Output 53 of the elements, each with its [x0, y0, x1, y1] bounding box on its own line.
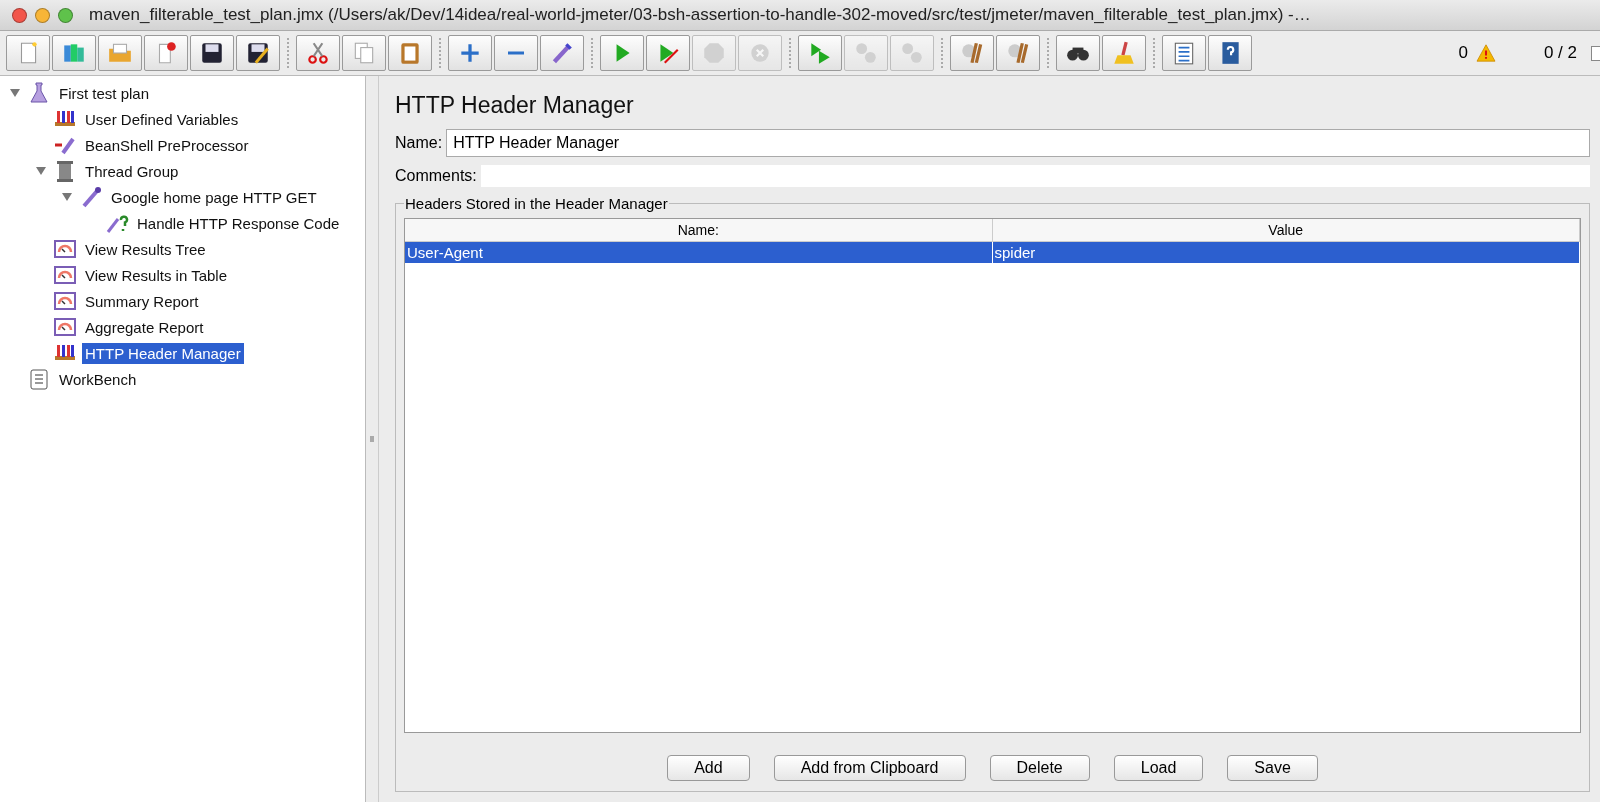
warning-icon[interactable] [1475, 44, 1496, 62]
stop-sign-icon [701, 40, 727, 66]
group-title: Headers Stored in the Header Manager [404, 195, 669, 212]
table-row[interactable]: User-Agent spider [405, 242, 1580, 263]
checklist-icon [27, 367, 51, 391]
column-header[interactable]: Value [992, 219, 1580, 241]
table-cell: User-Agent [405, 242, 993, 263]
action-button[interactable]: Load [1113, 755, 1204, 781]
broom-icon [1111, 40, 1137, 66]
tree-item[interactable]: View Results Tree [82, 238, 209, 260]
tree-item[interactable]: View Results in Table [82, 264, 231, 286]
name-field[interactable]: HTTP Header Manager [446, 129, 1590, 157]
window-title: maven_filterable_test_plan.jmx (/Users/ak/Dev/14idea/real-world-jmeter/03-bsh-assertion-to-handle-302-moved/src/test/jmeter/maven_filterable_test_plan.jmx) -… [89, 5, 1311, 25]
scissors-icon [305, 40, 331, 66]
gauge-icon [53, 263, 77, 287]
tree-item[interactable]: Aggregate Report [82, 316, 207, 338]
tree-item[interactable]: BeanShell PreProcessor [82, 134, 252, 156]
warning-count: 0 [1458, 43, 1468, 63]
column-header[interactable]: Name: [405, 219, 993, 241]
expanded-arrow-icon[interactable] [8, 88, 22, 98]
flask-icon [27, 81, 51, 105]
floppy-pencil-icon [245, 40, 271, 66]
close-button[interactable] [12, 7, 27, 23]
tree-item[interactable]: Handle HTTP Response Code [134, 212, 343, 234]
toolbar-button[interactable] [236, 35, 280, 71]
thread-count: 0 / 2 [1543, 43, 1577, 63]
action-button[interactable]: Save [1227, 755, 1318, 781]
minus-icon [506, 51, 526, 55]
tree-item[interactable]: WorkBench [56, 368, 140, 390]
expanded-arrow-icon[interactable] [34, 166, 48, 176]
minimize-button[interactable] [35, 7, 50, 23]
toolbar-button[interactable] [190, 35, 234, 71]
zoom-button[interactable] [58, 7, 73, 23]
gauge-icon [53, 315, 77, 339]
comments-label: Comments: [395, 167, 477, 185]
tree-item[interactable]: First test plan [56, 82, 153, 104]
name-label: Name: [395, 134, 443, 152]
checkbox[interactable] [1591, 45, 1600, 61]
tree-item[interactable]: Google home page HTTP GET [108, 186, 320, 208]
gauge-icon [53, 289, 77, 313]
action-button[interactable]: Add from Clipboard [773, 755, 966, 781]
tree-item[interactable]: Summary Report [82, 290, 202, 312]
tree-item[interactable]: Thread Group [82, 160, 182, 182]
expanded-arrow-icon[interactable] [60, 192, 74, 202]
table-cell: spider [992, 242, 1580, 263]
panel-title: HTTP Header Manager [395, 92, 635, 119]
action-button[interactable]: Add [667, 755, 750, 781]
toolbar-button[interactable] [1208, 35, 1252, 71]
tree-item[interactable]: HTTP Header Manager [82, 342, 244, 364]
tree-item[interactable]: User Defined Variables [82, 108, 242, 130]
gauge-icon [53, 237, 77, 261]
toolbar-button[interactable] [1056, 35, 1100, 71]
action-button[interactable]: Delete [989, 755, 1090, 781]
